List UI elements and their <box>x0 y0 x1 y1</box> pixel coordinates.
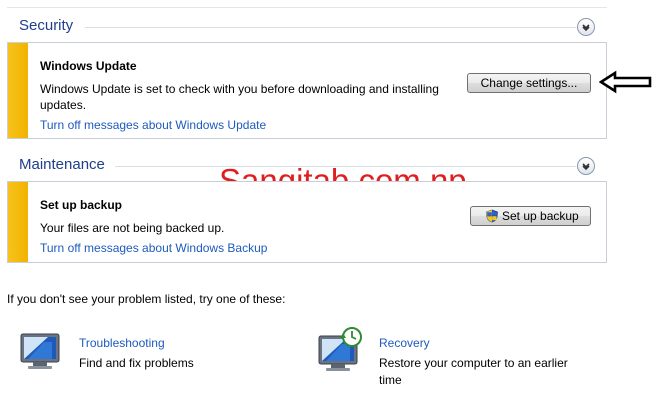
backup-title: Set up backup <box>40 198 123 212</box>
troubleshooting-link[interactable]: Troubleshooting <box>79 336 165 350</box>
security-collapse-button[interactable] <box>577 18 595 36</box>
top-divider <box>7 7 607 8</box>
windows-update-text: Windows Update is set to check with you … <box>40 82 439 112</box>
backup-text: Your files are not being backed up. <box>40 221 225 235</box>
turn-off-windows-backup-messages-link[interactable]: Turn off messages about Windows Backup <box>40 241 267 255</box>
windows-update-card: Windows Update Windows Update is set to … <box>7 42 607 139</box>
footer-prompt: If you don't see your problem listed, tr… <box>7 292 286 306</box>
maintenance-collapse-button[interactable] <box>577 157 595 175</box>
warning-stripe <box>8 182 28 262</box>
troubleshooting-icon[interactable] <box>18 330 66 372</box>
change-settings-button[interactable]: Change settings... <box>467 73 591 93</box>
set-up-backup-button[interactable]: Set up backup <box>470 206 591 226</box>
windows-update-title: Windows Update <box>40 59 137 73</box>
security-section-title: Security <box>19 17 74 34</box>
turn-off-windows-update-messages-link[interactable]: Turn off messages about Windows Update <box>40 118 266 132</box>
chevron-down-icon <box>582 24 590 32</box>
chevron-down-icon <box>582 163 590 171</box>
recovery-link[interactable]: Recovery <box>379 336 430 350</box>
uac-shield-icon <box>486 209 498 223</box>
warning-stripe <box>8 43 28 138</box>
troubleshooting-desc: Find and fix problems <box>79 356 194 370</box>
backup-card: Set up backup Your files are not being b… <box>7 181 607 263</box>
recovery-icon[interactable] <box>316 326 368 374</box>
set-up-backup-label: Set up backup <box>502 209 579 223</box>
security-section-rule <box>85 27 576 28</box>
recovery-desc: Restore your computer to an earlier time <box>379 356 568 387</box>
maintenance-section-title: Maintenance <box>19 156 105 173</box>
arrow-left-icon <box>599 70 652 94</box>
